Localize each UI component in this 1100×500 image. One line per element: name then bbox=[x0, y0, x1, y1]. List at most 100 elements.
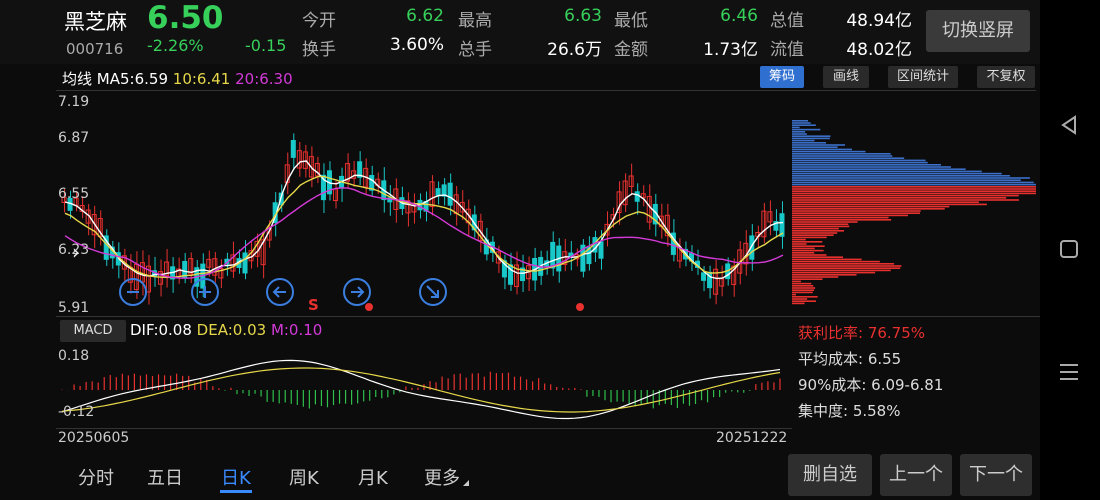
chip-bar bbox=[792, 216, 889, 219]
candle-body bbox=[447, 182, 453, 206]
chip-bar bbox=[792, 276, 839, 278]
chip-bar bbox=[792, 175, 1010, 177]
chip-bar bbox=[792, 179, 1021, 181]
menu-icon[interactable] bbox=[1058, 362, 1080, 382]
macd-axis-top: 0.18 bbox=[58, 348, 90, 364]
current-price: 6.50 bbox=[147, 0, 224, 36]
tab-daily-k[interactable]: 日K bbox=[221, 464, 251, 490]
amount-value: 1.73亿 bbox=[703, 40, 758, 60]
collapse-icon[interactable] bbox=[418, 277, 448, 307]
chip-bar bbox=[792, 139, 815, 142]
chevron-right-icon[interactable]: › bbox=[72, 240, 80, 264]
candle-body bbox=[598, 241, 604, 259]
ma10-value: 10:6.41 bbox=[172, 70, 231, 88]
mktcap-label: 总值 bbox=[770, 11, 804, 31]
macd-selector-button[interactable]: MACD bbox=[60, 320, 126, 342]
chips-button[interactable]: 筹码 bbox=[760, 66, 804, 88]
cost-90: 90%成本: 6.09-6.81 bbox=[798, 376, 944, 394]
chip-bar bbox=[792, 280, 801, 283]
low-value: 6.46 bbox=[720, 6, 758, 26]
back-icon[interactable] bbox=[1058, 114, 1080, 136]
chip-bar bbox=[792, 122, 811, 124]
arrow-left-icon[interactable] bbox=[265, 277, 295, 307]
volume-value: 26.6万 bbox=[547, 40, 602, 60]
tab-more[interactable]: 更多 bbox=[424, 464, 460, 490]
chip-bar bbox=[792, 126, 800, 129]
zoom-in-icon[interactable] bbox=[190, 277, 220, 307]
chip-bar bbox=[792, 287, 816, 289]
chip-bar bbox=[792, 263, 895, 265]
chip-bar bbox=[792, 146, 838, 148]
price-axis-top: 7.19 bbox=[58, 94, 90, 110]
chip-bar bbox=[792, 137, 830, 140]
chip-bar bbox=[792, 227, 839, 230]
divider bbox=[56, 428, 792, 429]
chip-bar bbox=[792, 190, 1036, 192]
event-dot bbox=[365, 303, 373, 311]
event-dot bbox=[576, 303, 584, 311]
chip-bar bbox=[792, 274, 857, 276]
chip-bar bbox=[792, 249, 824, 252]
chip-bar bbox=[792, 252, 815, 254]
chip-bar bbox=[792, 238, 806, 241]
chip-bar bbox=[792, 225, 850, 228]
high-label: 最高 bbox=[458, 11, 492, 31]
chip-bar bbox=[792, 161, 928, 164]
chip-bar bbox=[792, 267, 901, 269]
ma20-value: 20:6.30 bbox=[235, 70, 293, 88]
chip-bar bbox=[792, 142, 827, 144]
chip-bar bbox=[792, 177, 1030, 179]
tab-five-day[interactable]: 五日 bbox=[147, 464, 183, 490]
chip-bar bbox=[792, 243, 807, 245]
range-stats-button[interactable]: 区间统计 bbox=[888, 66, 958, 88]
remove-watchlist-button[interactable]: 删自选 bbox=[788, 454, 872, 496]
price-axis-2: 6.87 bbox=[58, 130, 90, 146]
chip-bar bbox=[792, 208, 945, 210]
chip-bar bbox=[792, 289, 815, 291]
draw-line-button[interactable]: 画线 bbox=[823, 66, 869, 88]
chip-bar bbox=[792, 183, 1036, 186]
previous-stock-button[interactable]: 上一个 bbox=[880, 454, 952, 496]
chip-bar bbox=[792, 236, 827, 239]
candle-body bbox=[242, 252, 248, 274]
chip-bar bbox=[792, 170, 982, 173]
chip-bar bbox=[792, 241, 823, 243]
chip-bar bbox=[792, 265, 902, 267]
zoom-out-icon[interactable] bbox=[118, 277, 148, 307]
chip-bar bbox=[792, 135, 831, 137]
chip-bar bbox=[792, 296, 818, 298]
chip-bar bbox=[792, 214, 908, 217]
chip-bar bbox=[792, 153, 891, 155]
float-label: 流值 bbox=[770, 40, 804, 60]
active-tab-indicator bbox=[220, 490, 252, 493]
dea-value: DEA:0.03 bbox=[196, 321, 267, 339]
chip-bar bbox=[792, 285, 814, 287]
home-icon[interactable] bbox=[1059, 239, 1079, 259]
chip-bar bbox=[792, 148, 853, 151]
switch-portrait-button[interactable]: 切换竖屏 bbox=[926, 10, 1030, 52]
tab-weekly-k[interactable]: 周K bbox=[289, 464, 319, 490]
macd-line bbox=[61, 359, 781, 420]
macd-legend: DIF:0.08 DEA:0.03 M:0.10 bbox=[130, 321, 322, 339]
chip-bar bbox=[792, 260, 880, 263]
tab-intraday[interactable]: 分时 bbox=[78, 464, 114, 490]
ma-title: 均线 bbox=[62, 70, 93, 88]
candle-body bbox=[435, 188, 441, 197]
mktcap-value: 48.94亿 bbox=[846, 11, 912, 31]
chip-bar bbox=[792, 212, 921, 214]
no-adjust-button[interactable]: 不复权 bbox=[977, 66, 1035, 88]
volume-label: 总手 bbox=[458, 40, 492, 60]
chip-bar bbox=[792, 247, 815, 250]
chip-bar bbox=[792, 197, 1007, 199]
chip-bar bbox=[792, 256, 844, 258]
chip-bar bbox=[792, 234, 834, 236]
chip-bar bbox=[792, 258, 862, 261]
chip-bar bbox=[792, 205, 950, 208]
tab-monthly-k[interactable]: 月K bbox=[358, 464, 388, 490]
next-stock-button[interactable]: 下一个 bbox=[960, 454, 1032, 496]
chip-bar bbox=[792, 186, 1036, 188]
chip-bar bbox=[792, 201, 979, 203]
stock-name: 黑芝麻 bbox=[64, 10, 127, 34]
amount-label: 金额 bbox=[614, 40, 648, 60]
more-corner-icon bbox=[463, 480, 469, 486]
